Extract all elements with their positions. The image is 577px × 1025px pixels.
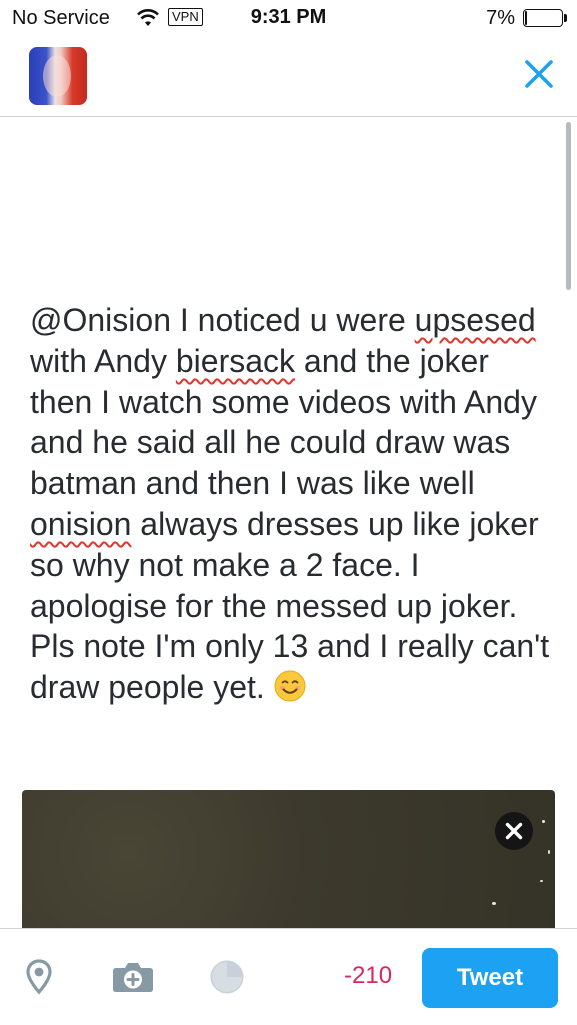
user-avatar[interactable] [29, 47, 87, 105]
photo-speck [548, 850, 550, 854]
battery-fill [525, 11, 528, 25]
photo-speck [542, 820, 545, 823]
misspelled-word[interactable]: onision [30, 506, 131, 542]
battery-tip [564, 14, 567, 22]
character-count: -210 [344, 962, 393, 989]
compose-area[interactable]: @Onision I noticed u were upsesed with A… [0, 118, 577, 928]
photo-speck [492, 902, 496, 905]
tweet-text-field[interactable]: @Onision I noticed u were upsesed with A… [30, 300, 555, 708]
character-progress-icon [210, 960, 244, 994]
tweet-button[interactable]: Tweet [422, 948, 558, 1008]
attached-photo[interactable] [22, 790, 555, 928]
misspelled-word[interactable]: biersack [176, 343, 295, 379]
scrollbar[interactable] [566, 122, 571, 290]
close-icon[interactable] [519, 54, 559, 94]
battery-icon [523, 9, 563, 27]
tweet-text-segment: @Onision I noticed u were [30, 302, 415, 338]
compose-toolbar: -210 Tweet [0, 928, 577, 1025]
camera-add-icon[interactable] [112, 961, 154, 993]
remove-photo-icon[interactable] [495, 812, 533, 850]
status-bar: No Service VPN 9:31 PM 7% [0, 0, 577, 38]
misspelled-word[interactable]: upsesed [415, 302, 536, 338]
battery-percent: 7% [486, 7, 515, 29]
photo-speck [540, 880, 543, 882]
compose-header [0, 38, 577, 117]
smiling-face-emoji [274, 670, 306, 702]
avatar-face [43, 55, 71, 97]
location-pin-icon[interactable] [26, 959, 52, 995]
